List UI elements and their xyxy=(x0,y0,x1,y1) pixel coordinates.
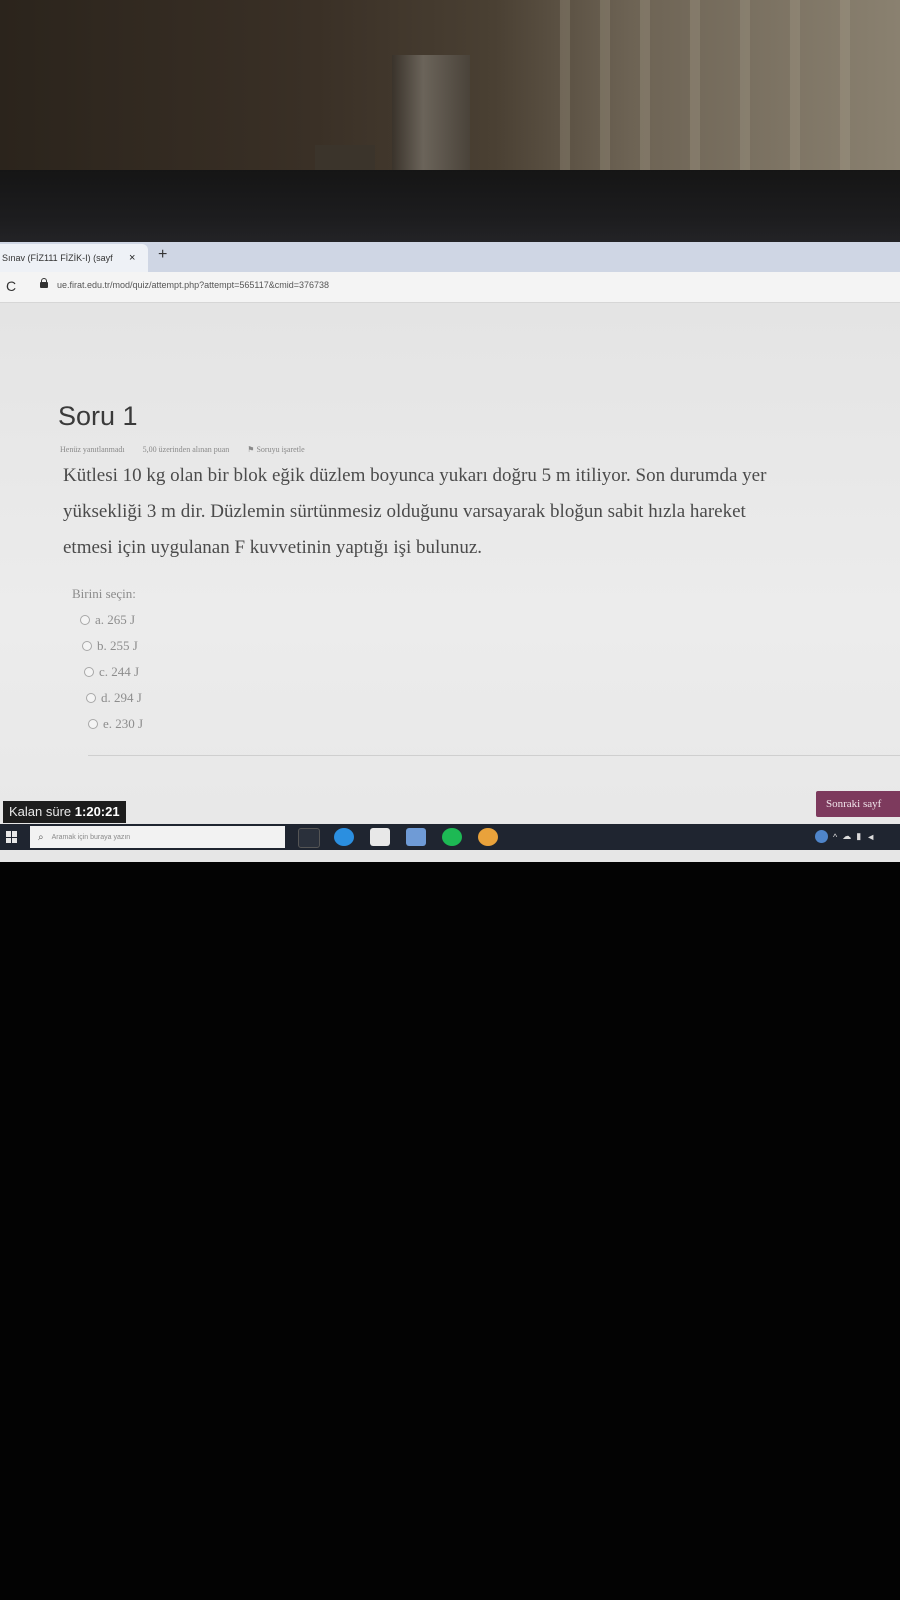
option-label: a. 265 J xyxy=(95,612,136,627)
curtain-fold xyxy=(640,0,650,175)
monitor-bezel-bottom xyxy=(0,862,900,1600)
url-input[interactable]: ue.firat.edu.tr/mod/quiz/attempt.php?att… xyxy=(57,280,329,290)
time-remaining: Kalan süre 1:20:21 xyxy=(3,801,126,823)
question-text-line: etmesi için uygulanan F kuvvetinin yaptı… xyxy=(63,537,483,558)
question-text-line: yüksekliği 3 m dir. Düzlemin sürtünmesiz… xyxy=(63,501,746,522)
quiz-page: Soru 1 Henüz yanıtlanmadı 5,00 üzerinden… xyxy=(0,303,900,823)
question-points: 5,00 üzerinden alınan puan xyxy=(142,445,230,454)
network-globe-icon[interactable] xyxy=(815,830,828,843)
answer-option-d[interactable]: d. 294 J xyxy=(86,685,143,711)
answer-option-c[interactable]: c. 244 J xyxy=(84,659,143,685)
question-status: Henüz yanıtlanmadı xyxy=(60,445,125,454)
flag-icon: ⚑ xyxy=(247,445,255,454)
tab-close-icon[interactable]: × xyxy=(129,252,135,264)
option-label: d. 294 J xyxy=(101,690,142,705)
radio-button-icon[interactable] xyxy=(86,693,96,703)
radio-button-icon[interactable] xyxy=(80,615,90,625)
answer-option-e[interactable]: e. 230 J xyxy=(88,711,143,737)
radio-button-icon[interactable] xyxy=(88,719,98,729)
monitor-bezel-top xyxy=(0,170,900,242)
address-bar: C ue.firat.edu.tr/mod/quiz/attempt.php?a… xyxy=(0,272,900,303)
flag-question-label: Soruyu işaretle xyxy=(256,445,305,454)
spotify-icon[interactable] xyxy=(442,828,462,846)
answer-options: a. 265 J b. 255 J c. 244 J d. 294 J e. 2… xyxy=(80,607,143,737)
windows-start-icon[interactable] xyxy=(6,831,18,843)
answer-option-b[interactable]: b. 255 J xyxy=(82,633,143,659)
option-label: c. 244 J xyxy=(99,664,140,679)
system-tray: ^ ☁ ▮ ◄ xyxy=(815,830,875,843)
monitor-screen: Sınav (FİZ111 FİZİK-I) (sayf × + C ue.fi… xyxy=(0,242,900,862)
question-meta: Henüz yanıtlanmadı 5,00 üzerinden alınan… xyxy=(60,445,305,454)
curtain-fold xyxy=(560,0,570,175)
flag-question-link[interactable]: ⚑ Soruyu işaretle xyxy=(247,445,304,454)
battery-icon[interactable]: ▮ xyxy=(856,831,861,842)
volume-icon[interactable]: ◄ xyxy=(866,832,875,842)
timer-label: Kalan süre xyxy=(9,804,72,819)
search-icon: ⌕ xyxy=(38,831,44,843)
store-icon[interactable] xyxy=(370,828,390,846)
question-text-line: Kütlesi 10 kg olan bir blok eğik düzlem … xyxy=(63,465,767,486)
choose-one-label: Birini seçin: xyxy=(72,586,136,601)
chrome-icon[interactable] xyxy=(478,828,498,846)
room-background xyxy=(0,0,900,175)
browser-tab[interactable]: Sınav (FİZ111 FİZİK-I) (sayf × xyxy=(0,244,148,272)
cloud-icon[interactable]: ☁ xyxy=(842,831,851,842)
mail-icon[interactable] xyxy=(406,828,426,846)
search-placeholder: Aramak için buraya yazın xyxy=(51,833,131,841)
furniture-post xyxy=(392,55,470,175)
next-page-button[interactable]: Sonraki sayf xyxy=(816,791,900,817)
divider xyxy=(88,755,900,756)
radio-button-icon[interactable] xyxy=(82,641,92,651)
windows-taskbar: ⌕ Aramak için buraya yazın ^ ☁ ▮ ◄ xyxy=(0,824,900,850)
curtain-fold xyxy=(690,0,700,175)
reload-icon[interactable]: C xyxy=(6,278,16,294)
new-tab-button[interactable]: + xyxy=(158,246,167,264)
option-label: e. 230 J xyxy=(103,716,144,731)
curtain-fold xyxy=(790,0,800,175)
chevron-up-icon[interactable]: ^ xyxy=(833,832,837,842)
question-text: Kütlesi 10 kg olan bir blok eğik düzlem … xyxy=(63,458,900,566)
curtain-fold xyxy=(840,0,850,175)
radio-button-icon[interactable] xyxy=(84,667,94,677)
option-label: b. 255 J xyxy=(97,638,138,653)
curtain-fold xyxy=(600,0,610,175)
taskbar-search-input[interactable]: ⌕ Aramak için buraya yazın xyxy=(30,826,285,848)
task-view-icon[interactable] xyxy=(298,828,320,848)
browser-tab-bar: Sınav (FİZ111 FİZİK-I) (sayf × + xyxy=(0,242,900,272)
edge-icon[interactable] xyxy=(334,828,354,846)
lock-icon xyxy=(40,278,48,288)
tab-title: Sınav (FİZ111 FİZİK-I) (sayf xyxy=(2,253,113,263)
question-heading: Soru 1 xyxy=(58,401,138,431)
timer-value: 1:20:21 xyxy=(74,804,120,819)
curtain-fold xyxy=(740,0,750,175)
answer-option-a[interactable]: a. 265 J xyxy=(80,607,143,633)
